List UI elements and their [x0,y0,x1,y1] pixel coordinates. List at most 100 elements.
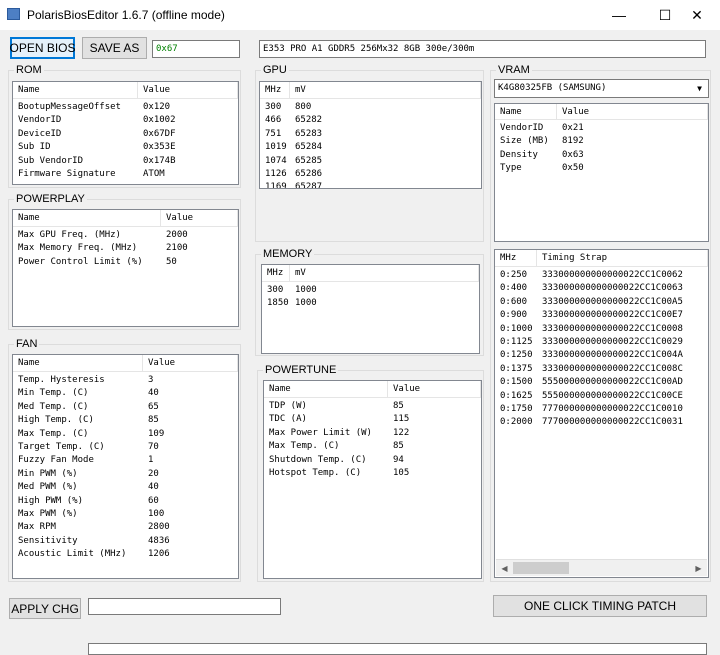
table-row[interactable]: Fuzzy Fan Mode 1 [13,454,238,467]
gpu-list[interactable]: MHz mV 300 800 466 65282 751 65283 1019 65284 10… [259,81,482,189]
column-header-value[interactable]: Value [161,210,238,226]
table-row[interactable]: 300 1000 [262,284,479,297]
table-row[interactable]: DeviceID 0x67DF [13,128,238,141]
column-header-name[interactable]: Name [13,355,143,371]
table-row[interactable]: Max Memory Freq. (MHz) 2100 [13,242,238,255]
powerplay-list[interactable]: Name Value Max GPU Freq. (MHz) 2000 Max Me… [12,209,239,327]
table-row[interactable]: Max Temp. (C) 85 [264,440,481,453]
minimize-icon[interactable]: — [596,0,642,30]
table-row[interactable]: 0:600 333000000000000022CC1C00A5 [495,296,708,309]
table-row[interactable]: 0:1000 333000000000000022CC1C0008 [495,323,708,336]
table-row[interactable]: 0:1500 555000000000000022CC1C00AD [495,376,708,389]
powertune-group: POWERTUNE Name Value TDP (W) 85 TDC (A) 115… [257,363,484,582]
table-row[interactable]: Temp. Hysteresis 3 [13,374,238,387]
table-row[interactable]: Firmware Signature ATOM [13,168,238,181]
table-row[interactable]: 751 65283 [260,128,481,141]
table-row[interactable]: 0:1625 555000000000000022CC1C00CE [495,390,708,403]
chevron-down-icon[interactable]: ▼ [691,80,708,97]
column-header-name[interactable]: Name [13,210,161,226]
table-row[interactable]: 0:1125 333000000000000022CC1C0029 [495,336,708,349]
table-row[interactable]: Max Power Limit (W) 122 [264,427,481,440]
table-row[interactable]: 0:1375 333000000000000022CC1C008C [495,363,708,376]
vram-select[interactable]: K4G80325FB (SAMSUNG) ▼ [494,79,709,98]
table-row[interactable]: Min Temp. (C) 40 [13,387,238,400]
close-icon[interactable]: ✕ [674,0,720,30]
open-bios-button[interactable]: OPEN BIOS [9,37,76,59]
table-row[interactable]: Max RPM 2800 [13,521,238,534]
table-row[interactable]: Target Temp. (C) 70 [13,441,238,454]
cell-value: 65286 [295,168,323,179]
table-row[interactable]: Acoustic Limit (MHz) 1206 [13,548,238,561]
table-row[interactable]: Shutdown Temp. (C) 94 [264,454,481,467]
table-row[interactable]: TDP (W) 85 [264,400,481,413]
column-header-mhz[interactable]: MHz [262,265,290,281]
vram-group: VRAM K4G80325FB (SAMSUNG) ▼ Name Value V… [490,63,711,582]
table-row[interactable]: Density 0x63 [495,149,708,162]
table-row[interactable]: 1019 65284 [260,141,481,154]
table-row[interactable]: TDC (A) 115 [264,413,481,426]
status-field[interactable] [88,643,707,655]
table-row[interactable]: 0:250 333000000000000022CC1C0062 [495,269,708,282]
table-row[interactable]: Hotspot Temp. (C) 105 [264,467,481,480]
table-row[interactable]: 466 65282 [260,114,481,127]
column-header-value[interactable]: Value [388,381,481,397]
memory-list[interactable]: MHz mV 300 1000 1850 1000 [261,264,480,354]
rom-list[interactable]: Name Value BootupMessageOffset 0x120 Vendo… [12,81,239,185]
table-row[interactable]: Sub ID 0x353E [13,141,238,154]
table-row[interactable]: BootupMessageOffset 0x120 [13,101,238,114]
table-row[interactable]: 0:400 333000000000000022CC1C0063 [495,282,708,295]
column-header-value[interactable]: Value [143,355,238,371]
column-header-timing-strap[interactable]: Timing Strap [537,250,708,266]
table-row[interactable]: VendorID 0x1002 [13,114,238,127]
column-header-mv[interactable]: mV [290,82,481,98]
table-row[interactable]: 300 800 [260,101,481,114]
table-row[interactable]: High Temp. (C) 85 [13,414,238,427]
one-click-timing-patch-button[interactable]: ONE CLICK TIMING PATCH [493,595,707,617]
cell-name: 0:400 [500,283,528,294]
horizontal-scrollbar[interactable]: ◀ ▶ [496,559,707,576]
column-header-name[interactable]: Name [264,381,388,397]
table-row[interactable]: 1850 1000 [262,297,479,310]
table-row[interactable]: 0:1250 333000000000000022CC1C004A [495,349,708,362]
vram-info-list[interactable]: Name Value VendorID 0x21 Size (MB) 8192 Dens… [494,103,709,242]
table-row[interactable]: Sub VendorID 0x174B [13,155,238,168]
column-header-name[interactable]: Name [13,82,138,98]
table-row[interactable]: Power Control Limit (%) 50 [13,256,238,269]
table-row[interactable]: Min PWM (%) 20 [13,468,238,481]
apply-changes-button[interactable]: APPLY CHG [9,598,81,619]
scroll-right-icon[interactable]: ▶ [690,560,707,576]
scrollbar-thumb[interactable] [513,562,569,574]
column-header-name[interactable]: Name [495,104,557,119]
fan-list[interactable]: Name Value Temp. Hysteresis 3 Min Temp. (C… [12,354,239,579]
cell-value: 105 [393,467,410,478]
column-header-mhz[interactable]: MHz [495,250,537,266]
save-as-button[interactable]: SAVE AS [82,37,147,59]
table-row[interactable]: 0:1750 777000000000000022CC1C0010 [495,403,708,416]
table-row[interactable]: 0:2000 777000000000000022CC1C0031 [495,416,708,429]
table-row[interactable]: 0:900 333000000000000022CC1C00E7 [495,309,708,322]
table-row[interactable]: High PWM (%) 60 [13,495,238,508]
timing-strap-list[interactable]: MHz Timing Strap 0:250 333000000000000022… [494,249,709,578]
device-id-field[interactable]: 0x67 [152,40,240,58]
powertune-list[interactable]: Name Value TDP (W) 85 TDC (A) 115 Max Power … [263,380,482,579]
cell-name: 0:1625 [500,390,533,401]
table-row[interactable]: Size (MB) 8192 [495,135,708,148]
table-row[interactable]: Max PWM (%) 100 [13,508,238,521]
table-row[interactable]: 1169 65287 [260,181,481,188]
column-header-mhz[interactable]: MHz [260,82,290,98]
table-row[interactable]: Type 0x50 [495,162,708,175]
scroll-left-icon[interactable]: ◀ [496,560,513,576]
table-row[interactable]: 1126 65286 [260,168,481,181]
table-row[interactable]: Sensitivity 4836 [13,535,238,548]
table-row[interactable]: Med Temp. (C) 65 [13,401,238,414]
table-row[interactable]: Max GPU Freq. (MHz) 2000 [13,229,238,242]
table-row[interactable]: 1074 65285 [260,155,481,168]
apply-value-field[interactable] [88,598,281,615]
table-row[interactable]: Med PWM (%) 40 [13,481,238,494]
bios-name-field[interactable]: E353 PRO A1 GDDR5 256Mx32 8GB 300e/300m [259,40,706,58]
column-header-value[interactable]: Value [557,104,708,119]
column-header-value[interactable]: Value [138,82,238,98]
column-header-mv[interactable]: mV [290,265,479,281]
table-row[interactable]: Max Temp. (C) 109 [13,428,238,441]
table-row[interactable]: VendorID 0x21 [495,122,708,135]
